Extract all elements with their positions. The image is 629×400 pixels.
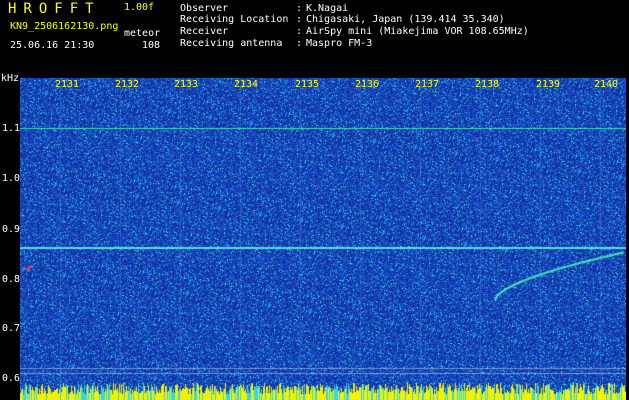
y-tick-label: 0.7 — [2, 323, 21, 334]
x-tick-label: 2137 — [415, 79, 440, 90]
app-version: 1.00f — [124, 2, 155, 13]
info-colon: : — [296, 14, 303, 25]
x-tick-label: 2133 — [174, 79, 199, 90]
info-key-location: Receiving Location — [180, 14, 289, 25]
app-title: HROFFT — [8, 1, 101, 17]
info-value-antenna: Maspro FM-3 — [306, 38, 373, 49]
y-tick-label: 0.6 — [2, 373, 21, 384]
info-key-antenna: Receiving antenna — [180, 38, 283, 49]
spectrogram-canvas — [20, 78, 626, 400]
x-tick-label: 2139 — [536, 79, 561, 90]
y-tick-label: 1.1 — [2, 123, 21, 134]
event-count: 108 — [142, 40, 161, 51]
file-name: KN9_2506162130.png — [10, 21, 119, 32]
info-key-observer: Observer — [180, 3, 229, 14]
y-tick-label: 0.8 — [2, 274, 21, 285]
info-value-observer: K.Nagai — [306, 3, 349, 14]
info-key-receiver: Receiver — [180, 26, 229, 37]
x-tick-label: 2136 — [355, 79, 380, 90]
y-axis-unit: kHz — [1, 73, 20, 84]
x-tick-label: 2132 — [115, 79, 140, 90]
x-tick-label: 2134 — [234, 79, 259, 90]
hrofft-window: HROFFT 1.00f KN9_2506162130.png meteor 2… — [0, 0, 629, 400]
x-tick-label: 2138 — [475, 79, 500, 90]
x-tick-label: 2135 — [295, 79, 320, 90]
info-value-receiver: AirSpy mini (Miakejima VOR 108.65MHz) — [306, 26, 529, 37]
info-colon: : — [296, 38, 303, 49]
event-label: meteor — [124, 28, 161, 39]
info-colon: : — [296, 3, 303, 14]
y-tick-label: 1.0 — [2, 173, 21, 184]
x-tick-label: 2140 — [594, 79, 619, 90]
x-tick-label: 2131 — [55, 79, 80, 90]
info-colon: : — [296, 26, 303, 37]
y-tick-label: 0.9 — [2, 224, 21, 235]
timestamp: 25.06.16 21:30 — [10, 40, 95, 51]
info-value-location: Chigasaki, Japan (139.414 35.340) — [306, 14, 505, 25]
